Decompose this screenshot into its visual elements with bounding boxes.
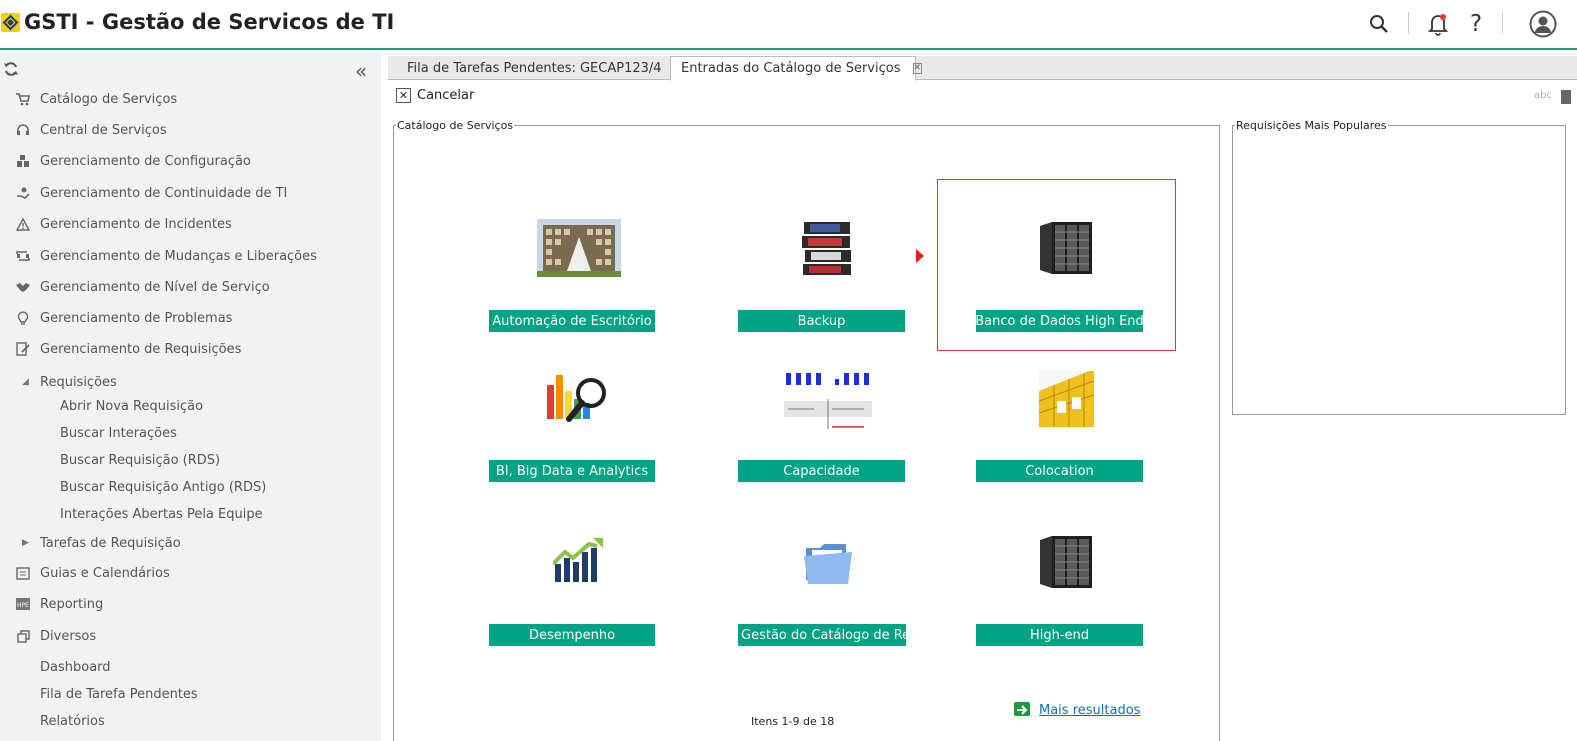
handshake-icon <box>16 280 30 294</box>
sidebar-subitem-abrir-requisicao[interactable]: Abrir Nova Requisição <box>0 393 381 420</box>
guide-icon <box>16 566 30 580</box>
search-icon[interactable] <box>1365 10 1393 38</box>
sidebar-item-central[interactable]: Central de Serviços <box>0 115 381 145</box>
hpe-icon: HPE <box>16 597 30 611</box>
tab-bar: Fila de Tarefas Pendentes: GECAP123/4 En… <box>388 56 1577 81</box>
sidebar-item-label: Gerenciamento de Mudanças e Liberações <box>40 248 317 264</box>
bank-logo-icon <box>1 13 20 32</box>
header-divider <box>1502 12 1503 34</box>
sidebar-item-label: Catálogo de Serviços <box>40 91 178 107</box>
cancel-button[interactable]: ✕ Cancelar <box>396 88 474 103</box>
sidebar-subitem-buscar-interacoes[interactable]: Buscar Interações <box>0 420 381 447</box>
tile-desempenho[interactable]: Desempenho <box>489 624 655 646</box>
tile-capacidade[interactable]: Capacidade <box>738 460 905 482</box>
expanded-triangle-icon: ◢ <box>22 377 29 387</box>
tab-entradas-catalogo[interactable]: Entradas do Catálogo de Serviços ✕ <box>670 56 923 81</box>
popular-requests-panel: Requisições Mais Populares <box>1232 119 1566 415</box>
arrow-right-icon[interactable] <box>1014 702 1030 716</box>
collapse-sidebar-icon[interactable]: « <box>355 59 367 83</box>
tile-gestao-catalogo[interactable]: Gestão do Catálogo de Requ <box>738 624 906 646</box>
spellcheck-icon[interactable]: abc <box>1534 90 1552 101</box>
blocks-icon <box>16 154 30 168</box>
bell-icon[interactable] <box>1424 10 1452 38</box>
catalog-panel: Catálogo de Serviços Automação de Escrit… <box>393 119 1220 741</box>
sidebar-subitem-interacoes-abertas[interactable]: Interações Abertas Pela Equipe <box>0 501 381 528</box>
hand-icon <box>16 186 30 200</box>
sidebar-item-catalogo[interactable]: Catálogo de Serviços <box>0 84 381 114</box>
sidebar-item-requisicoes[interactable]: Gerenciamento de Requisições <box>0 334 381 364</box>
office-building-icon[interactable] <box>537 219 621 281</box>
app-title: GSTI - Gestão de Servicos de TI <box>24 10 395 34</box>
sidebar-item-label: Gerenciamento de Problemas <box>40 310 233 326</box>
sidebar-item-problemas[interactable]: Gerenciamento de Problemas <box>0 303 381 333</box>
sidebar-subitem-fila-tarefa[interactable]: Fila de Tarefa Pendentes <box>0 681 381 708</box>
performance-chart-icon[interactable] <box>551 536 605 586</box>
catalog-legend: Catálogo de Serviços <box>396 119 515 132</box>
popular-legend: Requisições Mais Populares <box>1235 119 1388 132</box>
sidebar-item-label: Gerenciamento de Incidentes <box>40 216 232 232</box>
selection-arrow-icon <box>916 249 924 263</box>
print-icon[interactable] <box>1561 90 1571 104</box>
colocation-icon[interactable] <box>1038 371 1095 431</box>
change-icon <box>16 249 30 263</box>
help-icon[interactable]: ? <box>1462 10 1490 38</box>
sidebar-item-continuidade[interactable]: Gerenciamento de Continuidade de TI <box>0 178 381 208</box>
tile-high-end[interactable]: High-end <box>976 624 1143 646</box>
tile-bi-big-data[interactable]: BI, Big Data e Analytics <box>489 460 655 482</box>
tile-colocation[interactable]: Colocation <box>976 460 1143 482</box>
bulb-icon <box>16 311 30 325</box>
sidebar-item-configuracao[interactable]: Gerenciamento de Configuração <box>0 146 381 176</box>
edit-doc-icon <box>16 342 30 356</box>
main-content: Fila de Tarefas Pendentes: GECAP123/4 En… <box>381 52 1577 741</box>
close-tab-icon[interactable]: ✕ <box>912 63 923 74</box>
tile-automacao-escritorio[interactable]: Automação de Escritório <box>489 310 655 332</box>
header-divider <box>1408 12 1409 34</box>
sidebar-item-label: Gerenciamento de Configuração <box>40 153 251 169</box>
sidebar-item-incidentes[interactable]: Gerenciamento de Incidentes <box>0 209 381 239</box>
sidebar-item-label: Gerenciamento de Nível de Serviço <box>40 279 270 295</box>
sidebar-item-nivel-servico[interactable]: Gerenciamento de Nível de Serviço <box>0 272 381 302</box>
sidebar-group-tarefas[interactable]: ▶ Tarefas de Requisição <box>0 528 381 558</box>
more-results-link[interactable]: Mais resultados <box>1039 703 1140 718</box>
sidebar-item-mudancas[interactable]: Gerenciamento de Mudanças e Liberações <box>0 241 381 271</box>
refresh-icon[interactable] <box>3 61 19 77</box>
collapsed-triangle-icon: ▶ <box>22 538 29 548</box>
sidebar-item-label: Requisições <box>40 374 117 390</box>
server-rack-icon[interactable] <box>1038 222 1094 278</box>
sidebar-subitem-dashboard[interactable]: Dashboard <box>0 654 381 681</box>
sidebar-item-reporting[interactable]: HPE Reporting <box>0 589 381 619</box>
top-header: GSTI - Gestão de Servicos de TI ? <box>0 0 1577 50</box>
warning-icon <box>16 217 30 231</box>
folder-icon[interactable] <box>802 536 854 592</box>
tab-fila-tarefas[interactable]: Fila de Tarefas Pendentes: GECAP123/4 <box>397 56 672 81</box>
capacity-chart-icon[interactable] <box>784 371 872 433</box>
server-rack-icon[interactable] <box>1038 536 1094 592</box>
sidebar-subitem-buscar-requisicao-antigo[interactable]: Buscar Requisição Antigo (RDS) <box>0 474 381 501</box>
copy-icon <box>16 629 30 643</box>
tape-backup-icon[interactable] <box>800 220 856 280</box>
sidebar-item-label: Gerenciamento de Requisições <box>40 341 242 357</box>
sidebar-item-label: Central de Serviços <box>40 122 167 138</box>
user-icon[interactable] <box>1528 9 1558 39</box>
cart-icon <box>16 92 30 106</box>
sidebar: « Catálogo de Serviços Central de Serviç… <box>0 52 381 741</box>
sidebar-item-label: Gerenciamento de Continuidade de TI <box>40 185 288 201</box>
tile-banco-dados-high-end[interactable]: Banco de Dados High End <box>976 310 1143 332</box>
svg-text:HPE: HPE <box>17 602 29 609</box>
chart-magnifier-icon[interactable] <box>545 371 611 429</box>
sidebar-subitem-relatorios[interactable]: Relatórios <box>0 708 381 735</box>
sidebar-subitem-buscar-requisicao[interactable]: Buscar Requisição (RDS) <box>0 447 381 474</box>
headset-icon <box>16 123 30 137</box>
sidebar-item-guias[interactable]: Guias e Calendários <box>0 558 381 588</box>
pagination-text: Itens 1-9 de 18 <box>751 715 835 728</box>
sidebar-item-diversos[interactable]: Diversos <box>0 621 381 651</box>
close-icon: ✕ <box>396 88 411 103</box>
tile-backup[interactable]: Backup <box>738 310 905 332</box>
